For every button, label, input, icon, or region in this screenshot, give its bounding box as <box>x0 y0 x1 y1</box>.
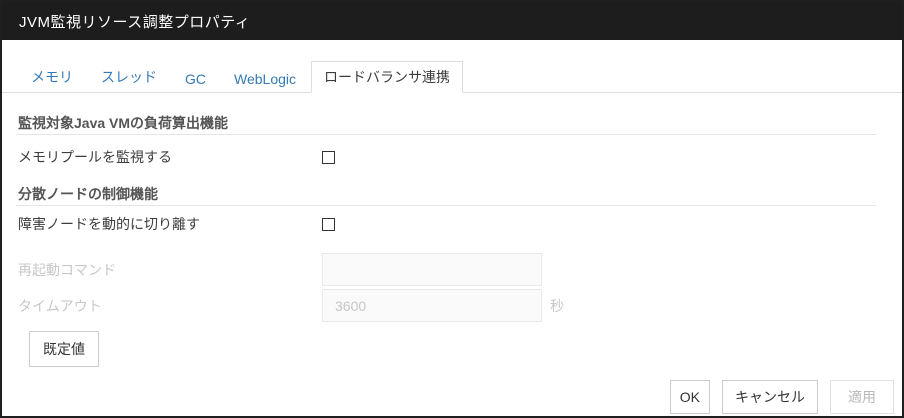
timeout-unit-label: 秒 <box>550 296 564 316</box>
tab-weblogic[interactable]: WebLogic <box>221 65 309 93</box>
apply-button[interactable]: 適用 <box>830 380 894 414</box>
dialog-title: JVM監視リソース調整プロパティ <box>19 11 250 32</box>
monitor-memory-pool-label: メモリプールを監視する <box>18 147 322 167</box>
tab-load-balancer-linkage[interactable]: ロードバランサ連携 <box>311 61 463 93</box>
disconnect-failure-node-checkbox[interactable] <box>322 218 335 231</box>
section-load-calculation-title: 監視対象Java VMの負荷算出機能 <box>16 113 876 135</box>
restart-command-label: 再起動コマンド <box>18 260 322 280</box>
disconnect-failure-node-label: 障害ノードを動的に切り離す <box>18 214 322 234</box>
dialog-footer: OK キャンセル 適用 <box>2 380 902 414</box>
timeout-label: タイムアウト <box>18 296 322 316</box>
dialog-titlebar: JVM監視リソース調整プロパティ <box>2 2 902 40</box>
cancel-button[interactable]: キャンセル <box>722 380 818 414</box>
row-disconnect-failure-node: 障害ノードを動的に切り離す <box>18 214 902 234</box>
jvm-monitor-resource-properties-dialog: JVM監視リソース調整プロパティ メモリ スレッド GC WebLogic ロー… <box>0 0 904 418</box>
tab-thread[interactable]: スレッド <box>88 61 170 93</box>
restart-command-input[interactable] <box>322 253 542 286</box>
ok-button[interactable]: OK <box>670 380 710 414</box>
timeout-input[interactable] <box>322 289 542 322</box>
tab-bar: メモリ スレッド GC WebLogic ロードバランサ連携 <box>2 60 902 93</box>
tab-memory[interactable]: メモリ <box>18 61 86 93</box>
tab-gc[interactable]: GC <box>172 65 219 93</box>
default-value-button[interactable]: 既定値 <box>29 331 99 367</box>
row-restart-command: 再起動コマンド <box>18 253 902 286</box>
section-node-control-title: 分散ノードの制御機能 <box>16 184 876 206</box>
row-monitor-memory-pool: メモリプールを監視する <box>18 147 902 167</box>
monitor-memory-pool-checkbox[interactable] <box>322 151 335 164</box>
row-timeout: タイムアウト 秒 <box>18 289 902 322</box>
